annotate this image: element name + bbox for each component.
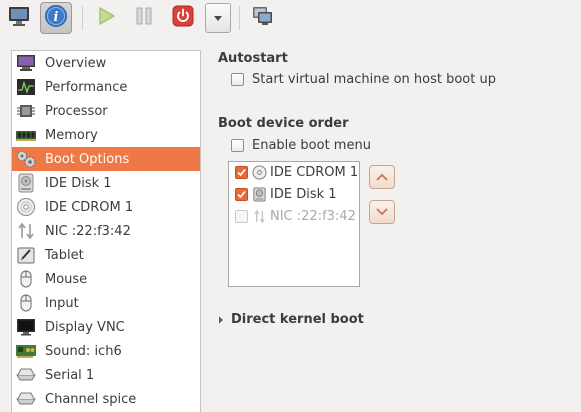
sidebar-item-label: NIC :22:f3:42 xyxy=(45,223,131,239)
boot-device-row[interactable]: NIC :22:f3:42 xyxy=(235,209,356,224)
autostart-checkbox-label: Start virtual machine on host boot up xyxy=(252,72,496,87)
sidebar-item-label: Mouse xyxy=(45,271,88,287)
sidebar-item-label: Processor xyxy=(45,103,108,119)
sidebar-item-label: Channel spice xyxy=(45,391,137,407)
sidebar-item-input[interactable]: Input xyxy=(12,291,200,315)
svg-text:i: i xyxy=(54,10,59,25)
boot-gears-icon xyxy=(15,149,37,169)
sidebar-item-label: Boot Options xyxy=(45,151,130,167)
sound-card-icon xyxy=(15,341,37,361)
details-button[interactable]: i xyxy=(40,2,72,34)
sidebar-item-overview[interactable]: Overview xyxy=(12,51,200,75)
hard-disk-icon xyxy=(251,187,267,202)
expander-arrow-icon xyxy=(218,315,226,325)
sidebar-item-ide-cdrom-1[interactable]: IDE CDROM 1 xyxy=(12,195,200,219)
sidebar-item-label: Display VNC xyxy=(45,319,125,335)
chevron-down-icon xyxy=(213,11,223,26)
sidebar-item-tablet[interactable]: Tablet xyxy=(12,243,200,267)
mouse-icon xyxy=(15,269,37,289)
sidebar-item-display-vnc[interactable]: Display VNC xyxy=(12,315,200,339)
sidebar-item-label: IDE CDROM 1 xyxy=(45,199,134,215)
chevron-down-icon xyxy=(376,205,388,220)
sidebar-item-mouse[interactable]: Mouse xyxy=(12,267,200,291)
autostart-title: Autostart xyxy=(218,51,288,66)
sidebar-item-label: Tablet xyxy=(45,247,84,263)
chevron-up-icon xyxy=(376,170,388,185)
autostart-checkbox-row[interactable]: Start virtual machine on host boot up xyxy=(231,72,496,87)
cdrom-icon xyxy=(15,197,37,217)
move-up-button[interactable] xyxy=(369,165,395,189)
console-button[interactable] xyxy=(3,2,35,34)
play-icon xyxy=(95,5,117,31)
toolbar: i xyxy=(0,0,581,38)
sidebar-item-label: IDE Disk 1 xyxy=(45,175,112,191)
sidebar-item-label: Overview xyxy=(45,55,107,71)
boot-device-checkbox[interactable] xyxy=(235,210,248,223)
sidebar-item-performance[interactable]: Performance xyxy=(12,75,200,99)
network-arrows-icon xyxy=(251,209,267,224)
shutdown-menu-button[interactable] xyxy=(205,3,231,33)
boot-order-title: Boot device order xyxy=(218,116,349,131)
memory-module-icon xyxy=(15,125,37,145)
performance-graph-icon xyxy=(15,77,37,97)
sidebar-item-serial-1[interactable]: Serial 1 xyxy=(12,363,200,387)
sidebar-item-channel-spice[interactable]: Channel spice xyxy=(12,387,200,411)
boot-device-label: IDE CDROM 1 xyxy=(270,165,359,180)
sidebar-item-memory[interactable]: Memory xyxy=(12,123,200,147)
info-icon: i xyxy=(44,4,68,32)
processor-chip-icon xyxy=(15,101,37,121)
channel-icon xyxy=(15,389,37,409)
boot-menu-checkbox-row[interactable]: Enable boot menu xyxy=(231,138,371,153)
sidebar-item-label: Performance xyxy=(45,79,128,95)
boot-device-checkbox[interactable] xyxy=(235,166,248,179)
direct-kernel-boot-expander[interactable]: Direct kernel boot xyxy=(218,312,364,327)
toolbar-separator xyxy=(82,6,83,30)
direct-kernel-boot-label: Direct kernel boot xyxy=(231,312,364,327)
sidebar-item-label: Input xyxy=(45,295,79,311)
hard-disk-icon xyxy=(15,173,37,193)
sidebar-item-label: Memory xyxy=(45,127,98,143)
boot-menu-label: Enable boot menu xyxy=(252,138,371,153)
run-button[interactable] xyxy=(90,2,122,34)
shutdown-button[interactable] xyxy=(167,2,199,34)
network-arrows-icon xyxy=(15,221,37,241)
sidebar-item-label: Serial 1 xyxy=(45,367,95,383)
display-icon xyxy=(15,317,37,337)
pause-icon xyxy=(133,5,155,31)
input-mouse-icon xyxy=(15,293,37,313)
toolbar-separator xyxy=(239,6,240,30)
sidebar-item-boot-options[interactable]: Boot Options xyxy=(12,147,200,171)
move-down-button[interactable] xyxy=(369,200,395,224)
boot-device-list: IDE CDROM 1 IDE Disk 1 NIC :22:f3:42 xyxy=(228,161,360,287)
serial-port-icon xyxy=(15,365,37,385)
sidebar-item-sound[interactable]: Sound: ich6 xyxy=(12,339,200,363)
tablet-icon xyxy=(15,245,37,265)
overview-monitor-icon xyxy=(15,53,37,73)
monitor-icon xyxy=(7,5,31,31)
snapshot-icon xyxy=(251,5,275,31)
power-icon xyxy=(171,4,195,32)
autostart-checkbox[interactable] xyxy=(231,73,244,86)
boot-menu-checkbox[interactable] xyxy=(231,139,244,152)
boot-device-row[interactable]: IDE Disk 1 xyxy=(235,187,337,202)
boot-device-checkbox[interactable] xyxy=(235,188,248,201)
boot-device-row[interactable]: IDE CDROM 1 xyxy=(235,165,358,180)
boot-device-label: NIC :22:f3:42 xyxy=(270,209,356,224)
sidebar-item-label: Sound: ich6 xyxy=(45,343,122,359)
boot-device-label: IDE Disk 1 xyxy=(270,187,337,202)
cdrom-icon xyxy=(251,165,267,180)
pause-button[interactable] xyxy=(128,2,160,34)
sidebar-item-nic[interactable]: NIC :22:f3:42 xyxy=(12,219,200,243)
hardware-sidebar: Overview Performance Processor Memory Bo… xyxy=(11,50,201,412)
sidebar-item-processor[interactable]: Processor xyxy=(12,99,200,123)
snapshots-button[interactable] xyxy=(247,2,279,34)
sidebar-item-ide-disk-1[interactable]: IDE Disk 1 xyxy=(12,171,200,195)
